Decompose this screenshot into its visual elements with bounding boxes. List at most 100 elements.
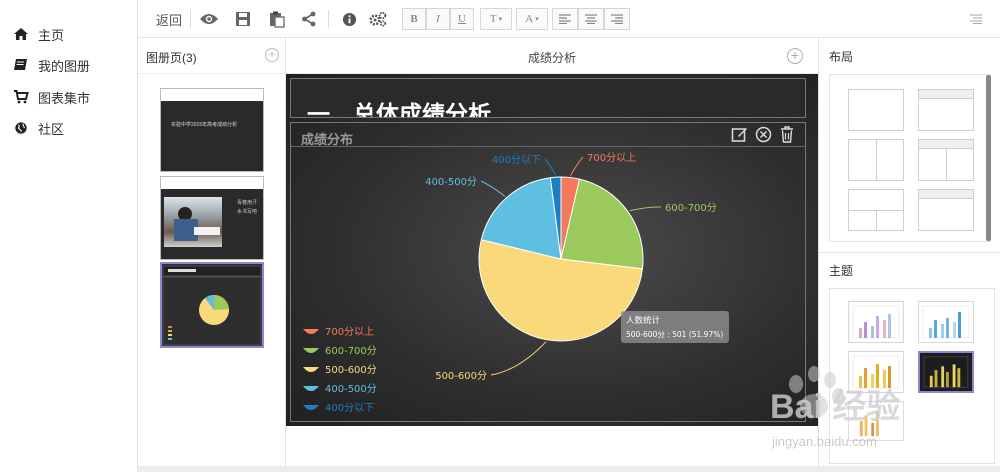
theme-option-light[interactable] (848, 301, 904, 343)
pie-leader-line (544, 158, 556, 176)
theme-option-warm[interactable] (848, 351, 904, 393)
page-thumbnail-3[interactable] (160, 262, 264, 348)
trash-icon[interactable] (780, 126, 794, 148)
layout-option-header-split[interactable] (918, 189, 974, 231)
thumb-top-strip (161, 89, 263, 101)
nav-item-home[interactable]: 主页 (12, 22, 64, 46)
legend-swatch[interactable] (303, 329, 319, 334)
book-icon (12, 57, 30, 73)
menu-list-icon[interactable] (968, 8, 984, 30)
canvas-header: 成绩分析 + (286, 38, 818, 74)
nav-item-community[interactable]: 社区 (12, 116, 64, 140)
app-root: 主页 我的图册 图表集市 社区 返回 B I U T ▾ A ▾ 图册页(3) … (0, 0, 1000, 472)
nav-item-chart-market[interactable]: 图表集市 (12, 85, 90, 109)
slide-heading-box[interactable]: 一、总体成绩分析 (290, 78, 806, 118)
editor-toolbar: 返回 B I U T ▾ A ▾ (138, 0, 1000, 38)
chart-panel[interactable]: 成绩分布 700分以上 600-700分 500-600分 400-500分 400分以… (290, 122, 806, 422)
nav-item-my-albums[interactable]: 我的图册 (12, 53, 90, 77)
caret-down-icon: ▾ (498, 15, 503, 23)
bold-button[interactable]: B (402, 8, 426, 30)
font-color-label: A (525, 13, 534, 25)
chart-panel-title: 成绩分布 (301, 132, 354, 147)
italic-button[interactable]: I (426, 8, 450, 30)
pie-leader-line (629, 206, 662, 212)
legend-swatch[interactable] (303, 405, 319, 410)
pie-chart[interactable]: 700分以上 600-700分 500-600分 400-500分 400分以下 700分… (291, 147, 805, 421)
left-navigation: 主页 我的图册 图表集市 社区 (0, 0, 138, 472)
theme-list (829, 288, 995, 464)
layout-scrollbar[interactable] (986, 75, 991, 241)
align-left-icon (559, 14, 571, 24)
pie-leader-line (490, 341, 547, 376)
align-right-button[interactable] (604, 8, 630, 30)
align-left-button[interactable] (552, 8, 578, 30)
page-thumbnail-2[interactable]: 青春用汗水书写吧 (160, 176, 264, 260)
legend-label[interactable]: 600-700分 (325, 345, 377, 357)
underline-button[interactable]: U (450, 8, 474, 30)
font-color-dropdown[interactable]: A ▾ (516, 8, 548, 30)
layout-title: 布局 (829, 50, 854, 64)
nav-item-label: 我的图册 (38, 58, 91, 74)
text-type-dropdown[interactable]: T ▾ (480, 8, 512, 30)
share-icon[interactable] (298, 8, 320, 30)
layout-option-header[interactable] (918, 89, 974, 131)
legend-label[interactable]: 700分以上 (325, 326, 374, 338)
students-photo (164, 197, 222, 247)
page-thumbnail-1[interactable]: 实验中学2015年高考成绩分析 (160, 88, 264, 172)
globe-icon (12, 120, 30, 136)
add-page-icon[interactable]: + (265, 48, 279, 62)
pie-slice-label: 400分以下 (492, 154, 541, 166)
preview-eye-icon[interactable] (198, 8, 220, 30)
panel-divider (819, 252, 1000, 253)
properties-panel: 布局 主题 (818, 38, 1000, 466)
settings-gears-icon[interactable] (366, 8, 390, 30)
caret-down-icon: ▾ (535, 15, 539, 23)
slide-heading: 一、总体成绩分析 (307, 101, 491, 118)
align-center-button[interactable] (578, 8, 604, 30)
save-icon[interactable] (232, 8, 254, 30)
tooltip-title: 人数统计 (626, 315, 661, 326)
home-icon (12, 26, 30, 42)
toolbar-divider (190, 10, 191, 28)
toolbar-divider (328, 10, 329, 28)
pie-slice-label: 500-600分 (435, 370, 487, 382)
layout-option-split[interactable] (848, 189, 904, 231)
nav-item-label: 社区 (38, 121, 65, 137)
chart-panel-header: 成绩分布 (291, 123, 805, 147)
layout-option-header-two-col[interactable] (918, 139, 974, 181)
layout-option-two-col[interactable] (848, 139, 904, 181)
pie-slice-label: 400-500分 (425, 176, 477, 188)
pie-slice-label: 700分以上 (587, 152, 636, 164)
legend-swatch[interactable] (303, 386, 319, 391)
theme-option-blue[interactable] (918, 301, 974, 343)
legend-label[interactable]: 400-500分 (325, 383, 377, 395)
legend-swatch[interactable] (303, 367, 319, 372)
paste-icon[interactable] (266, 8, 288, 30)
tooltip-text: 500-600分 : 501 (51.97%) (626, 330, 723, 339)
thumb-text: 青春用汗水书写吧 (237, 200, 258, 215)
pie-slice-label: 600-700分 (665, 202, 717, 214)
layout-option-single[interactable] (848, 89, 904, 131)
add-element-icon[interactable]: + (787, 48, 803, 64)
bottom-scrollbar-track[interactable] (138, 466, 1000, 472)
info-icon[interactable] (338, 8, 360, 30)
theme-option-dark-selected[interactable] (918, 351, 974, 393)
nav-item-label: 主页 (38, 27, 65, 43)
align-center-icon (585, 14, 597, 24)
pages-title: 图册页(3) (146, 51, 197, 65)
legend-label[interactable]: 500-600分 (325, 364, 377, 376)
theme-option-orange[interactable] (848, 401, 904, 441)
legend-label[interactable]: 400分以下 (325, 402, 374, 414)
pages-panel: 图册页(3) + 实验中学2015年高考成绩分析 青春用汗水书写吧 (138, 38, 286, 466)
pages-header: 图册页(3) + (138, 38, 286, 74)
thumb-mini-chart (162, 265, 262, 346)
pie-leader-line (570, 156, 584, 176)
text-type-label: T (489, 13, 497, 25)
slide-canvas[interactable]: 一、总体成绩分析 成绩分布 700分以上600-700分500-600分4 (286, 74, 818, 426)
edit-icon[interactable] (731, 126, 748, 148)
canvas-area: 成绩分析 + 一、总体成绩分析 成绩分布 700分以上 600-700分 500… (286, 38, 818, 466)
close-circle-icon[interactable] (755, 126, 772, 148)
back-button[interactable]: 返回 (154, 8, 184, 30)
legend-swatch[interactable] (303, 348, 319, 353)
thumb-top-strip (161, 177, 263, 189)
